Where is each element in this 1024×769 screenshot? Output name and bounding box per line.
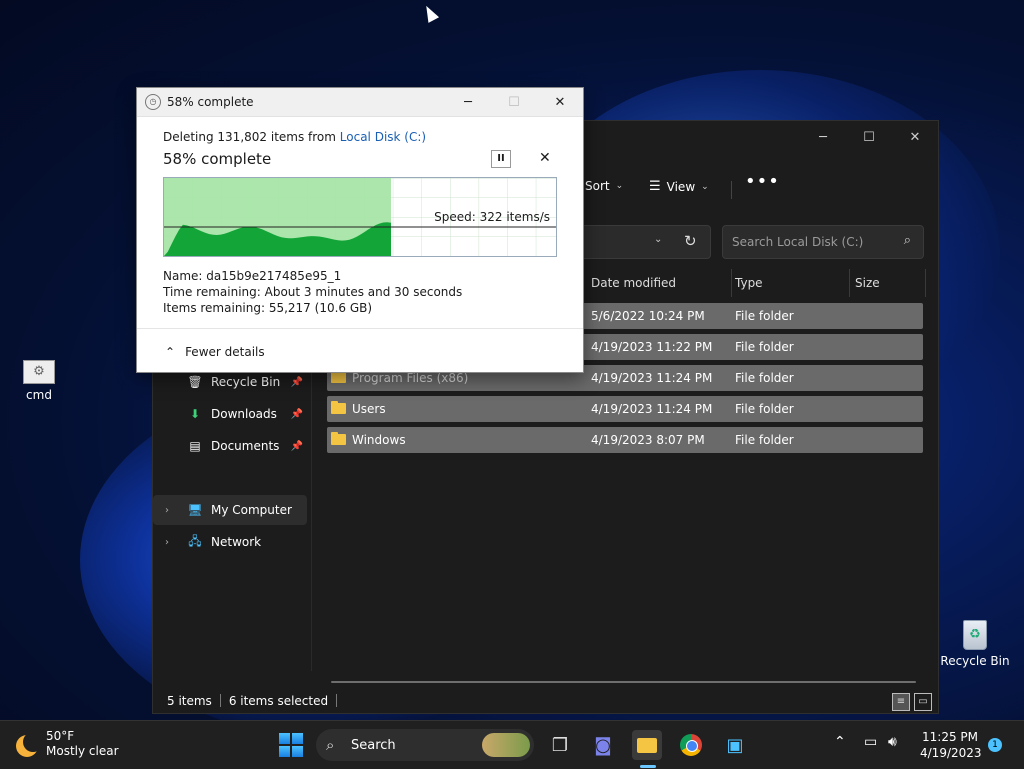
refresh-icon[interactable]: ↻ bbox=[684, 232, 697, 250]
clock-icon: ◷ bbox=[145, 94, 161, 110]
chat-icon[interactable]: ◙ bbox=[588, 730, 618, 760]
volume-icon[interactable]: 🔊︎ bbox=[888, 734, 897, 750]
dialog-title-bar: ◷ 58% complete ─ ☐ ✕ bbox=[137, 88, 583, 117]
network-icon[interactable]: ▭ bbox=[864, 734, 877, 750]
recycle-bin-icon: ♻ bbox=[963, 620, 987, 650]
notification-badge[interactable]: 1 bbox=[988, 738, 1002, 752]
view-icon: ☰ bbox=[649, 179, 661, 194]
folder-icon bbox=[331, 432, 346, 445]
weather-temperature: 50°F bbox=[46, 729, 75, 743]
close-icon[interactable]: ✕ bbox=[892, 121, 938, 153]
remote-desktop-icon[interactable]: ▣ bbox=[720, 730, 750, 760]
cmd-icon: ⚙ bbox=[23, 360, 55, 384]
items-remaining-line: Items remaining: 55,217 (10.6 GB) bbox=[163, 301, 373, 315]
address-bar[interactable]: ⌄ ↻ bbox=[573, 225, 711, 259]
desktop-icon-recycle-bin[interactable]: ♻ Recycle Bin bbox=[940, 620, 1010, 668]
horizontal-scrollbar[interactable] bbox=[331, 681, 916, 683]
pin-icon[interactable]: 📌 bbox=[291, 441, 303, 452]
progress-graph: Speed: 322 items/s bbox=[163, 177, 557, 257]
details-block: Name: da15b9e217485e95_1 Time remaining:… bbox=[163, 268, 462, 316]
desktop-icon-label: cmd bbox=[26, 388, 52, 402]
chrome-icon[interactable] bbox=[676, 730, 706, 760]
taskbar: 50°F Mostly clear ⌕ Search ❐ ◙ ▣ ⌃ ▭ 🔊︎ … bbox=[0, 720, 1024, 769]
sidebar-item-downloads[interactable]: ⬇ Downloads 📌 bbox=[153, 399, 307, 429]
network-icon: 🖧 bbox=[188, 533, 202, 548]
search-placeholder: Search Local Disk (C:) bbox=[732, 235, 864, 249]
details-view-icon[interactable]: ≡ bbox=[892, 693, 910, 711]
chevron-down-icon: ⌄ bbox=[615, 181, 624, 191]
maximize-icon[interactable]: ☐ bbox=[846, 121, 892, 153]
fewer-details-button[interactable]: ⌃ Fewer details bbox=[165, 345, 265, 359]
mouse-cursor bbox=[420, 3, 440, 23]
desktop-icon-label: Recycle Bin bbox=[940, 654, 1010, 668]
minimize-icon[interactable]: ─ bbox=[800, 121, 846, 153]
delete-progress-dialog: ◷ 58% complete ─ ☐ ✕ Deleting 131,802 it… bbox=[136, 87, 584, 373]
dialog-title: 58% complete bbox=[167, 95, 254, 109]
pin-icon[interactable]: 📌 bbox=[291, 409, 303, 420]
column-header-type[interactable]: Type bbox=[729, 269, 850, 297]
sidebar-item-documents[interactable]: ▤ Documents 📌 bbox=[153, 431, 307, 461]
status-bar: 5 items 6 items selected bbox=[167, 694, 345, 708]
chevron-right-icon[interactable]: › bbox=[165, 537, 169, 548]
navigation-pane: 🗑 Recycle Bin 📌 ⬇ Downloads 📌 ▤ Document… bbox=[153, 361, 312, 671]
more-options-button[interactable]: ••• bbox=[745, 171, 780, 192]
search-highlight-icon bbox=[482, 733, 530, 757]
moon-icon bbox=[16, 732, 43, 757]
task-view-icon[interactable]: ❐ bbox=[545, 730, 575, 760]
file-explorer-taskbar-icon[interactable] bbox=[632, 730, 662, 760]
recycle-bin-icon: 🗑 bbox=[187, 375, 203, 389]
column-header-date[interactable]: Date modified bbox=[585, 269, 732, 297]
item-count: 5 items bbox=[167, 694, 212, 708]
toolbar-divider bbox=[731, 181, 732, 199]
pin-icon[interactable]: 📌 bbox=[291, 377, 303, 388]
minimize-icon[interactable]: ─ bbox=[445, 88, 491, 116]
sidebar-item-network[interactable]: › 🖧 Network bbox=[153, 527, 307, 557]
file-name-line: Name: da15b9e217485e95_1 bbox=[163, 269, 342, 283]
weather-description: Mostly clear bbox=[46, 744, 119, 758]
speed-readout: Speed: 322 items/s bbox=[434, 210, 550, 224]
percent-complete: 58% complete bbox=[163, 150, 272, 168]
sort-button[interactable]: Sort ⌄ bbox=[585, 179, 623, 193]
weather-widget[interactable]: 50°F Mostly clear bbox=[16, 729, 119, 759]
view-button[interactable]: ☰ View ⌄ bbox=[649, 179, 709, 194]
folder-icon bbox=[331, 370, 346, 383]
deleting-summary: Deleting 131,802 items from Local Disk (… bbox=[163, 130, 427, 144]
chevron-right-icon[interactable]: › bbox=[165, 505, 169, 516]
selection-count: 6 items selected bbox=[228, 694, 329, 708]
tiles-view-icon[interactable]: ▭ bbox=[914, 693, 932, 711]
chevron-up-icon[interactable]: ⌃ bbox=[834, 734, 846, 750]
document-icon: ▤ bbox=[189, 439, 201, 453]
folder-icon bbox=[637, 737, 657, 753]
chevron-up-icon: ⌃ bbox=[165, 345, 176, 359]
search-icon: ⌕ bbox=[326, 736, 335, 754]
windows-logo-icon bbox=[279, 733, 303, 757]
folder-icon bbox=[331, 401, 346, 414]
download-icon: ⬇ bbox=[189, 407, 201, 421]
close-icon[interactable]: ✕ bbox=[537, 88, 583, 116]
time-remaining-line: Time remaining: About 3 minutes and 30 s… bbox=[163, 285, 463, 299]
chevron-down-icon[interactable]: ⌄ bbox=[654, 234, 662, 245]
column-header-size[interactable]: Size bbox=[849, 269, 926, 297]
taskbar-search[interactable]: ⌕ Search bbox=[316, 729, 534, 761]
search-icon: ⌕ bbox=[903, 233, 911, 248]
table-row[interactable]: Users 4/19/2023 11:24 PM File folder bbox=[327, 396, 923, 422]
desktop-icon-cmd[interactable]: ⚙ cmd bbox=[4, 360, 74, 402]
pause-button[interactable]: II bbox=[491, 150, 511, 168]
chevron-down-icon: ⌄ bbox=[701, 181, 709, 192]
computer-icon: 🖥 bbox=[187, 503, 203, 517]
sidebar-item-my-computer[interactable]: › 🖥 My Computer bbox=[153, 495, 307, 525]
system-clock[interactable]: 11:25 PM 4/19/2023 bbox=[920, 729, 982, 761]
maximize-icon: ☐ bbox=[508, 94, 520, 110]
cancel-button[interactable]: ✕ bbox=[539, 150, 551, 166]
source-link[interactable]: Local Disk (C:) bbox=[340, 130, 426, 144]
start-button[interactable] bbox=[276, 730, 306, 760]
search-input[interactable]: Search Local Disk (C:) ⌕ bbox=[722, 225, 924, 259]
table-row[interactable]: Windows 4/19/2023 8:07 PM File folder bbox=[327, 427, 923, 453]
